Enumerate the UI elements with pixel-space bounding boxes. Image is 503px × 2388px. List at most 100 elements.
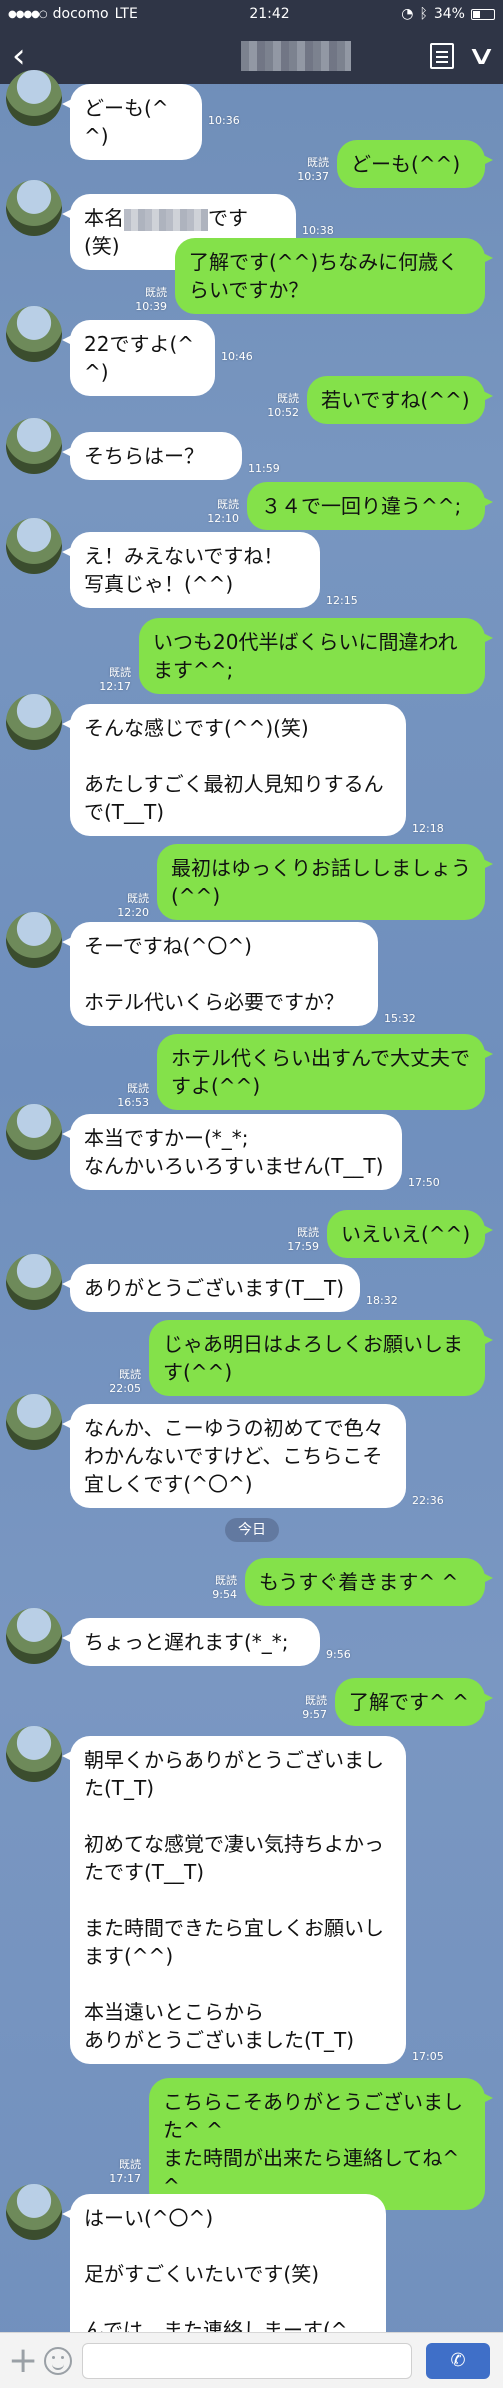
- chat-area[interactable]: 今日 どーも(^^) 10:36 どーも(^^) 既読 10:37 本名 です(笑) 10:3…: [0, 70, 503, 2382]
- avatar[interactable]: [6, 912, 62, 968]
- bluetooth-icon: ᛒ: [419, 6, 428, 22]
- message-meta: 15:32: [384, 1012, 416, 1026]
- message-text: 若いですね(^^): [321, 388, 470, 412]
- emoji-icon[interactable]: [44, 2346, 72, 2375]
- read-receipt: 既読: [127, 892, 149, 905]
- incoming-message[interactable]: そちらはー？: [62, 432, 242, 480]
- message-meta: 既読 9:54: [212, 1574, 237, 1602]
- message-text: なんか、こーゆうの初めてで色々わかんないですけど、こちらこそ宜しくです(^〇^): [84, 1416, 384, 1496]
- chevron-down-icon[interactable]: ∨: [466, 43, 496, 69]
- message-text: ホテル代くらい出すんで大丈夫ですよ(^^): [171, 1046, 470, 1098]
- avatar[interactable]: [6, 2184, 62, 2240]
- status-right: ◔ ᛒ 34%: [401, 6, 495, 22]
- message-text: ちょっと遅れます(*_*;: [84, 1630, 289, 1654]
- read-receipt: 既読: [297, 1226, 319, 1239]
- message-timestamp: 10:36: [208, 114, 240, 127]
- status-left: ●●●●○ docomo LTE: [8, 6, 138, 22]
- message-timestamp: 10:39: [135, 300, 167, 313]
- alarm-icon: ◔: [401, 6, 414, 22]
- outgoing-message[interactable]: ３４で一回り違う^^;: [247, 482, 493, 530]
- message-timestamp: 10:38: [302, 224, 334, 237]
- incoming-message[interactable]: え！みえないですね！ 写真じゃ！(^^): [62, 532, 320, 608]
- avatar[interactable]: [6, 306, 62, 362]
- avatar[interactable]: [6, 1104, 62, 1160]
- message-input[interactable]: [82, 2342, 412, 2379]
- avatar[interactable]: [6, 70, 62, 126]
- outgoing-message[interactable]: もうすぐ着きます^ ^: [245, 1558, 493, 1606]
- outgoing-message[interactable]: こちらこそありがとうございました^ ^ また時間が出来たら連絡してね^ ^: [149, 2078, 493, 2210]
- incoming-message[interactable]: ちょっと遅れます(*_*;: [62, 1618, 320, 1666]
- nav-actions: ∨: [429, 43, 497, 69]
- battery-percent: 34%: [433, 6, 465, 22]
- message-row: ありがとうございます(T__T) 18:32: [0, 1254, 503, 1312]
- message-timestamp: 17:05: [412, 2050, 444, 2063]
- message-timestamp: 10:52: [267, 406, 299, 419]
- incoming-message[interactable]: 本当ですかー(*_*; なんかいろいろすいません(T__T): [62, 1114, 402, 1190]
- incoming-message[interactable]: 朝早くからありがとうございました(T_T) 初めてな感覚で凄い気持ちよかったです…: [62, 1736, 406, 2064]
- message-row: 本名 です(笑) 10:38: [0, 180, 503, 270]
- message-meta: 10:38: [302, 224, 334, 238]
- message-text: 本名: [84, 206, 124, 230]
- outgoing-message[interactable]: 最初はゆっくりお話ししましょう(^^): [157, 844, 493, 920]
- incoming-message[interactable]: なんか、こーゆうの初めてで色々わかんないですけど、こちらこそ宜しくです(^〇^): [62, 1404, 406, 1508]
- incoming-message[interactable]: ありがとうございます(T__T): [62, 1264, 360, 1312]
- avatar[interactable]: [6, 1726, 62, 1782]
- outgoing-message[interactable]: いえいえ(^^): [327, 1210, 493, 1258]
- message-timestamp: 12:20: [117, 906, 149, 919]
- message-timestamp: 17:50: [408, 1176, 440, 1189]
- message-timestamp: 9:56: [326, 1648, 351, 1661]
- notes-icon[interactable]: [429, 43, 454, 69]
- avatar[interactable]: [6, 418, 62, 474]
- message-timestamp: 17:59: [287, 1240, 319, 1253]
- message-row: 了解です^ ^ 既読 9:57: [0, 1678, 503, 1726]
- message-timestamp: 9:54: [212, 1588, 237, 1601]
- message-text: こちらこそありがとうございました^ ^ また時間が出来たら連絡してね^ ^: [163, 2090, 463, 2198]
- message-row: 本当ですかー(*_*; なんかいろいろすいません(T__T) 17:50: [0, 1104, 503, 1190]
- outgoing-message[interactable]: 了解です(^^)ちなみに何歳くらいですか？: [175, 238, 493, 314]
- message-meta: 既読 9:57: [302, 1694, 327, 1722]
- message-row: いえいえ(^^) 既読 17:59: [0, 1210, 503, 1258]
- message-row: 22ですよ(^^) 10:46: [0, 306, 503, 396]
- avatar[interactable]: [6, 518, 62, 574]
- outgoing-message[interactable]: どーも(^^): [337, 140, 493, 188]
- message-text: 了解です^ ^: [349, 1690, 469, 1714]
- message-row: どーも(^^) 10:36: [0, 70, 503, 160]
- incoming-message[interactable]: そーですね(^〇^) ホテル代いくら必要ですか？: [62, 922, 378, 1026]
- signal-icon: ●●●●○: [8, 8, 48, 20]
- message-timestamp: 12:17: [99, 680, 131, 693]
- incoming-message[interactable]: そんな感じです(^^)(笑) あたしすごく最初人見知りするんで(T__T): [62, 704, 406, 836]
- message-timestamp: 22:36: [412, 1494, 444, 1507]
- message-meta: 17:50: [408, 1176, 440, 1190]
- back-button[interactable]: ‹: [12, 39, 42, 73]
- message-timestamp: 12:15: [326, 594, 358, 607]
- avatar[interactable]: [6, 1608, 62, 1664]
- message-meta: 既読 10:52: [267, 392, 299, 420]
- date-separator: 今日: [225, 1518, 279, 1542]
- outgoing-message[interactable]: ホテル代くらい出すんで大丈夫ですよ(^^): [157, 1034, 493, 1110]
- avatar[interactable]: [6, 180, 62, 236]
- read-receipt: 既読: [277, 392, 299, 405]
- message-meta: 22:36: [412, 1494, 444, 1508]
- plus-icon[interactable]: +: [8, 2342, 38, 2379]
- message-meta: 既読 17:59: [287, 1226, 319, 1254]
- read-receipt: 既読: [109, 666, 131, 679]
- call-button[interactable]: ✆: [426, 2342, 490, 2379]
- message-text: 朝早くからありがとうございました(T_T) 初めてな感覚で凄い気持ちよかったです…: [84, 1748, 384, 2052]
- message-row: ちょっと遅れます(*_*; 9:56: [0, 1608, 503, 1666]
- avatar[interactable]: [6, 694, 62, 750]
- input-bar: + ✆: [0, 2332, 503, 2388]
- message-text: いつも20代半ばくらいに間違われます^^;: [153, 630, 458, 682]
- message-meta: 既読 12:10: [207, 498, 239, 526]
- carrier-label: docomo: [52, 6, 109, 22]
- message-meta: 10:46: [221, 350, 253, 364]
- avatar[interactable]: [6, 1254, 62, 1310]
- outgoing-message[interactable]: いつも20代半ばくらいに間違われます^^;: [139, 618, 493, 694]
- outgoing-message[interactable]: 若いですね(^^): [307, 376, 493, 424]
- message-row: そちらはー？ 11:59: [0, 418, 503, 480]
- outgoing-message[interactable]: じゃあ明日はよろしくお願いします(^^): [149, 1320, 493, 1396]
- avatar[interactable]: [6, 1394, 62, 1450]
- message-meta: 18:32: [366, 1294, 398, 1308]
- message-text: え！みえないですね！ 写真じゃ！(^^): [84, 544, 284, 596]
- message-row: ３４で一回り違う^^; 既読 12:10: [0, 482, 503, 530]
- outgoing-message[interactable]: 了解です^ ^: [335, 1678, 493, 1726]
